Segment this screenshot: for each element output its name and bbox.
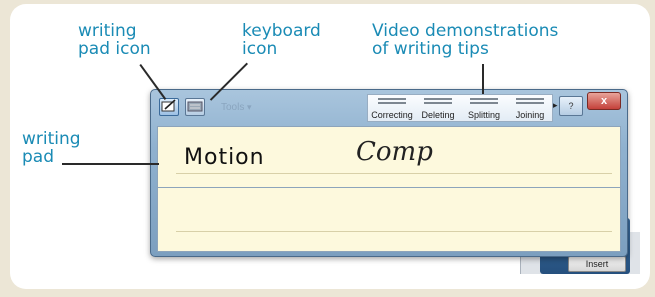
printed-word: Motion bbox=[184, 145, 265, 170]
tip-joining-icon bbox=[516, 98, 544, 104]
close-button[interactable]: x bbox=[587, 92, 621, 110]
tools-menu[interactable]: Tools bbox=[221, 102, 244, 113]
writing-pad-button[interactable] bbox=[159, 98, 179, 116]
insert-button[interactable]: Insert bbox=[568, 256, 626, 272]
tip-splitting-icon bbox=[470, 98, 498, 104]
leader-video-tips bbox=[482, 64, 484, 94]
tablet-input-panel: Tools ▾ Correcting Deleting Splitting Jo… bbox=[150, 89, 628, 257]
tip-splitting[interactable]: Splitting bbox=[460, 95, 508, 123]
writing-pad-area[interactable]: Motion Comp bbox=[157, 126, 621, 252]
callout-writing-pad-icon: writing pad icon bbox=[78, 21, 151, 59]
handwritten-word: Comp bbox=[356, 137, 433, 167]
input-panel-titlebar: Tools ▾ Correcting Deleting Splitting Jo… bbox=[151, 90, 627, 124]
tip-correcting-icon bbox=[378, 98, 406, 104]
tip-deleting-icon bbox=[424, 98, 452, 104]
pad-divider bbox=[158, 187, 620, 188]
keyboard-icon bbox=[187, 101, 203, 112]
help-button[interactable]: ? bbox=[559, 96, 583, 116]
writing-line bbox=[176, 173, 612, 174]
writing-tips-bar: Correcting Deleting Splitting Joining bbox=[367, 94, 553, 122]
tip-joining[interactable]: Joining bbox=[508, 95, 552, 123]
writing-line bbox=[176, 231, 612, 232]
chevron-down-icon[interactable]: ▾ bbox=[247, 102, 252, 113]
tip-deleting[interactable]: Deleting bbox=[416, 95, 460, 123]
leader-writing-pad bbox=[62, 163, 159, 165]
callout-writing-pad: writing pad bbox=[22, 129, 81, 167]
pen-pad-icon bbox=[161, 99, 176, 112]
next-tips-icon[interactable]: ▸ bbox=[553, 100, 558, 111]
callout-video-tips: Video demonstrations of writing tips bbox=[372, 21, 559, 59]
callout-keyboard-icon: keyboard icon bbox=[242, 21, 321, 59]
keyboard-button[interactable] bbox=[185, 98, 205, 116]
tip-correcting[interactable]: Correcting bbox=[368, 95, 416, 123]
